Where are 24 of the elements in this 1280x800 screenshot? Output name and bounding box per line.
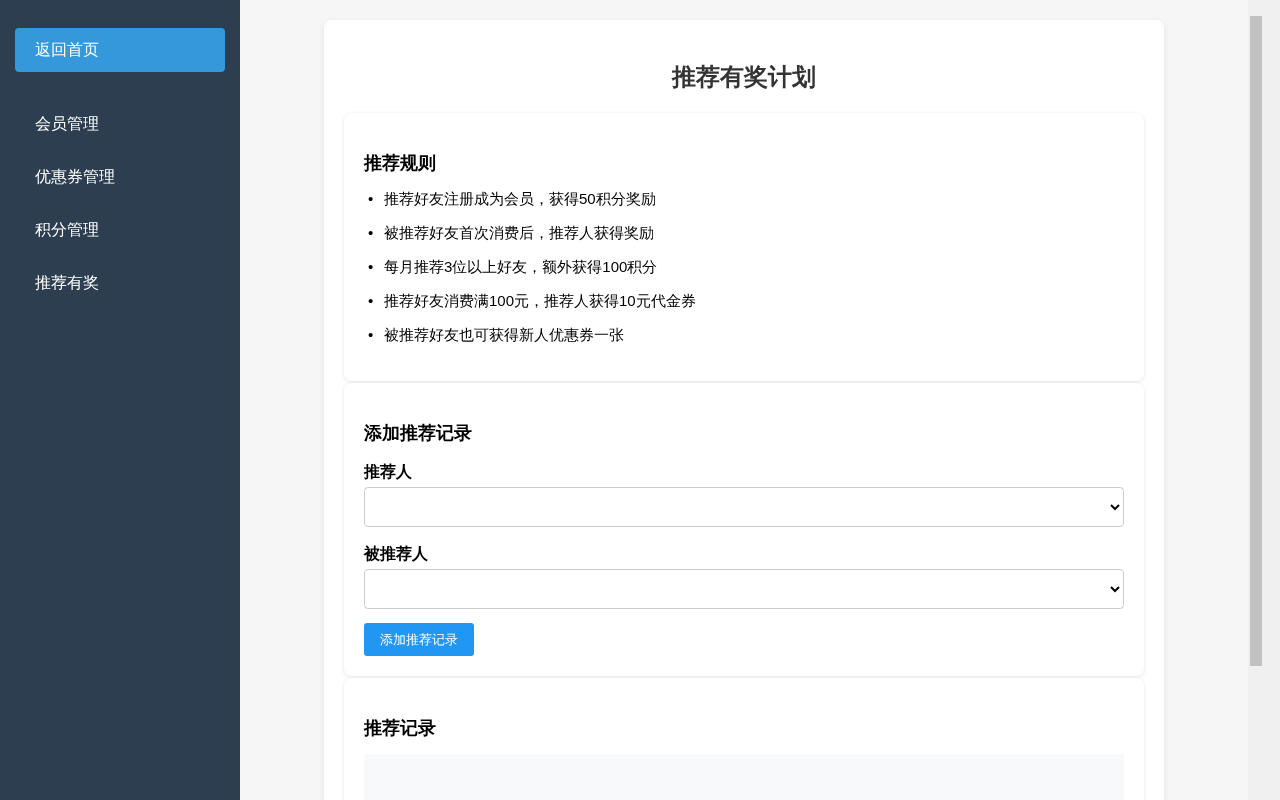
- rule-item: 推荐好友消费满100元，推荐人获得10元代金券: [384, 291, 696, 311]
- rule-item: 每月推荐3位以上好友，额外获得100积分: [384, 257, 658, 277]
- field-label: 被推荐人: [364, 544, 429, 564]
- rule-item: 被推荐好友也可获得新人优惠券一张: [384, 325, 624, 345]
- field-label: 推荐人: [364, 462, 413, 482]
- bullet: •: [367, 291, 375, 311]
- select-field[interactable]: [364, 487, 1124, 527]
- section-title: 推荐规则: [364, 152, 437, 175]
- bullet: •: [367, 257, 375, 277]
- sidebar-item[interactable]: 会员管理: [15, 104, 225, 144]
- section-title: 推荐记录: [364, 717, 437, 740]
- rule-item: 被推荐好友首次消费后，推荐人获得奖励: [384, 223, 654, 243]
- scrollbar[interactable]: [1248, 0, 1280, 800]
- select-field[interactable]: [364, 569, 1124, 609]
- section-title: 添加推荐记录: [364, 422, 473, 445]
- rule-item: 推荐好友注册成为会员，获得50积分奖励: [384, 189, 656, 209]
- sidebar-item[interactable]: 推荐有奖: [15, 263, 225, 303]
- scrollbar-thumb[interactable]: [1250, 16, 1262, 666]
- bullet: •: [367, 223, 375, 243]
- bullet: •: [367, 325, 375, 345]
- page-title: 推荐有奖计划: [670, 62, 817, 92]
- sidebar-item[interactable]: 积分管理: [15, 210, 225, 250]
- bullet: •: [367, 189, 375, 209]
- sidebar-item[interactable]: 优惠券管理: [15, 157, 225, 197]
